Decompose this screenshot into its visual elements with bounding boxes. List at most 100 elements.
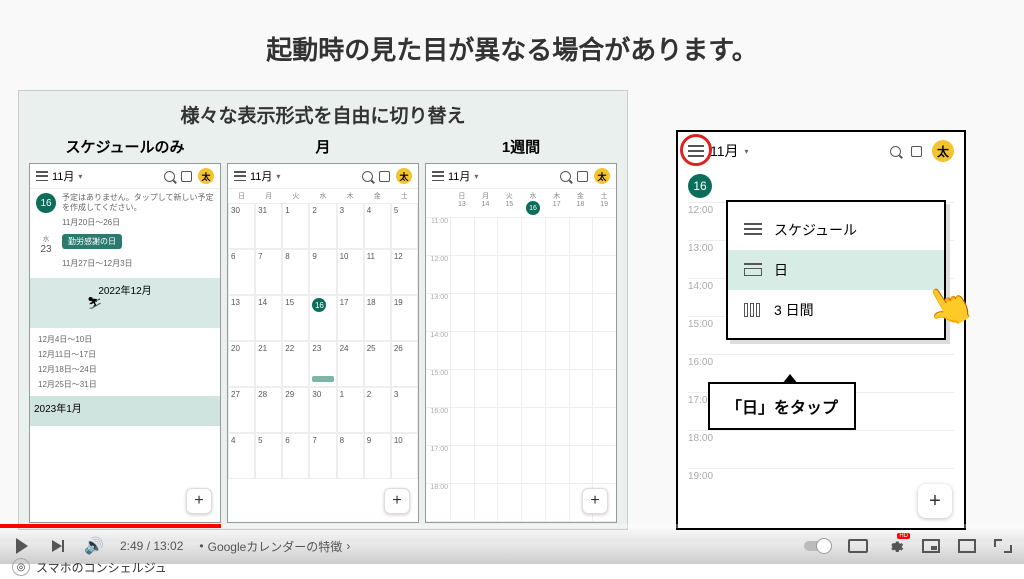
column-month: 月 11月 ▾ 太 日月火水木金土 3031123456789101112131… — [227, 136, 419, 523]
settings-button[interactable]: HD — [886, 537, 904, 555]
menu-item-schedule[interactable]: スケジュール — [728, 210, 944, 250]
week-body[interactable]: 11:0012:0013:0014:0015:0016:0017:0018:00… — [426, 217, 616, 523]
calendar-cell[interactable]: 12 — [391, 249, 418, 295]
view-menu-popup: スケジュール 日 3 日間 — [726, 200, 946, 340]
calendar-cell[interactable]: 30 — [228, 203, 255, 249]
subtitles-button[interactable] — [848, 539, 868, 553]
phone-schedule: 11月 ▾ 太 16 予定はありません。タップして新しい予定を作成してください。 — [29, 163, 221, 523]
calendar-cell[interactable]: 9 — [364, 433, 391, 479]
calendar-cell[interactable]: 17 — [337, 295, 364, 341]
calendar-cell[interactable]: 11 — [364, 249, 391, 295]
day-view-icon — [744, 263, 762, 277]
calendar-cell[interactable]: 6 — [228, 249, 255, 295]
calendar-cell[interactable]: 16 — [309, 295, 336, 341]
calendar-icon[interactable] — [379, 171, 390, 182]
calendar-cell[interactable]: 7 — [309, 433, 336, 479]
calendar-cell[interactable]: 13 — [228, 295, 255, 341]
hamburger-icon[interactable] — [234, 171, 246, 181]
calendar-cell[interactable]: 27 — [228, 387, 255, 433]
calendar-cell[interactable]: 8 — [282, 249, 309, 295]
calendar-cell[interactable]: 29 — [282, 387, 309, 433]
fab-add[interactable]: + — [186, 488, 212, 514]
slide-title: 起動時の見た目が異なる場合があります。 — [0, 30, 1024, 67]
calendar-cell[interactable]: 20 — [228, 341, 255, 387]
calendar-cell[interactable]: 2 — [364, 387, 391, 433]
channel-name[interactable]: スマホのコンシェルジュ — [36, 559, 167, 576]
next-button[interactable] — [48, 536, 68, 556]
calendar-cell[interactable]: 22 — [282, 341, 309, 387]
month-grid[interactable]: 3031123456789101112131415161718192021222… — [228, 203, 418, 479]
calendar-cell[interactable]: 24 — [337, 341, 364, 387]
video-content: 起動時の見た目が異なる場合があります。 様々な表示形式を自由に切り替え スケジュ… — [0, 0, 1024, 542]
calendar-cell[interactable]: 14 — [255, 295, 282, 341]
calendar-cell[interactable]: 23 — [309, 341, 336, 387]
calendar-cell[interactable]: 18 — [364, 295, 391, 341]
calendar-cell[interactable]: 4 — [228, 433, 255, 479]
date-badge-today: 16 — [688, 174, 712, 198]
hd-badge: HD — [897, 533, 910, 539]
calendar-cell[interactable]: 25 — [364, 341, 391, 387]
menu-item-3day[interactable]: 3 日間 — [728, 290, 944, 330]
month-label[interactable]: 11月 — [710, 141, 739, 161]
miniplayer-button[interactable] — [922, 539, 940, 553]
calendar-cell[interactable]: 9 — [309, 249, 336, 295]
avatar[interactable]: 太 — [396, 168, 412, 184]
phone-menu-demo: 11月 ▾ 太 16 12:0013:0014:0015:0016:0017:0… — [676, 130, 966, 530]
phone-week: 11月 ▾ 太 日13月14火15水16木17金18土19 11:0012:00… — [425, 163, 617, 523]
fab-add[interactable]: + — [918, 484, 952, 518]
calendar-cell[interactable]: 31 — [255, 203, 282, 249]
calendar-cell[interactable]: 4 — [364, 203, 391, 249]
fullscreen-button[interactable] — [994, 539, 1012, 553]
search-icon[interactable] — [164, 171, 175, 182]
calendar-cell[interactable]: 7 — [255, 249, 282, 295]
hamburger-icon[interactable] — [36, 171, 48, 181]
column-schedule: スケジュールのみ 11月 ▾ 太 16 — [29, 136, 221, 523]
calendar-cell[interactable]: 10 — [391, 433, 418, 479]
calendar-cell[interactable]: 1 — [282, 203, 309, 249]
month-label[interactable]: 11月 — [448, 168, 470, 184]
month-label[interactable]: 11月 — [52, 168, 74, 184]
calendar-cell[interactable]: 5 — [391, 203, 418, 249]
volume-button[interactable]: 🔊 — [84, 536, 104, 556]
month-divider: 2023年1月 — [30, 396, 220, 426]
left-panel: 様々な表示形式を自由に切り替え スケジュールのみ 11月 ▾ 太 — [18, 90, 628, 530]
calendar-cell[interactable]: 2 — [309, 203, 336, 249]
calendar-cell[interactable]: 3 — [337, 203, 364, 249]
calendar-cell[interactable]: 26 — [391, 341, 418, 387]
calendar-cell[interactable]: 30 — [309, 387, 336, 433]
calendar-icon[interactable] — [181, 171, 192, 182]
month-label[interactable]: 11月 — [250, 168, 272, 184]
calendar-cell[interactable]: 19 — [391, 295, 418, 341]
avatar[interactable]: 太 — [932, 140, 954, 162]
calendar-cell[interactable]: 3 — [391, 387, 418, 433]
calendar-cell[interactable]: 21 — [255, 341, 282, 387]
calendar-cell[interactable]: 15 — [282, 295, 309, 341]
calendar-cell[interactable]: 8 — [337, 433, 364, 479]
search-icon[interactable] — [560, 171, 571, 182]
calendar-icon[interactable] — [911, 146, 922, 157]
date-range-list: 12月4日〜10日 12月11日〜17日 12月18日〜24日 12月25日〜3… — [30, 328, 220, 396]
hamburger-icon[interactable] — [432, 171, 444, 181]
calendar-cell[interactable]: 5 — [255, 433, 282, 479]
holiday-event[interactable]: 勤労感謝の日 — [62, 234, 122, 249]
autoplay-toggle[interactable] — [804, 541, 830, 551]
calendar-cell[interactable]: 1 — [337, 387, 364, 433]
calendar-cell[interactable]: 28 — [255, 387, 282, 433]
empty-schedule-text: 予定はありません。タップして新しい予定を作成してください。 — [62, 193, 214, 214]
calendar-icon[interactable] — [577, 171, 588, 182]
fab-add[interactable]: + — [582, 488, 608, 514]
calendar-cell[interactable]: 10 — [337, 249, 364, 295]
fab-add[interactable]: + — [384, 488, 410, 514]
theater-mode-button[interactable] — [958, 539, 976, 553]
dow-header: 日月火水木金土 — [228, 189, 418, 203]
menu-item-day[interactable]: 日 — [728, 250, 944, 290]
search-icon[interactable] — [362, 171, 373, 182]
channel-logo[interactable]: ◎ — [12, 558, 30, 576]
search-icon[interactable] — [890, 146, 901, 157]
play-button[interactable] — [12, 536, 32, 556]
chapter-link[interactable]: • Googleカレンダーの特徴 › — [199, 538, 350, 555]
calendar-cell[interactable]: 6 — [282, 433, 309, 479]
schedule-view-icon — [744, 223, 762, 237]
avatar[interactable]: 太 — [198, 168, 214, 184]
avatar[interactable]: 太 — [594, 168, 610, 184]
